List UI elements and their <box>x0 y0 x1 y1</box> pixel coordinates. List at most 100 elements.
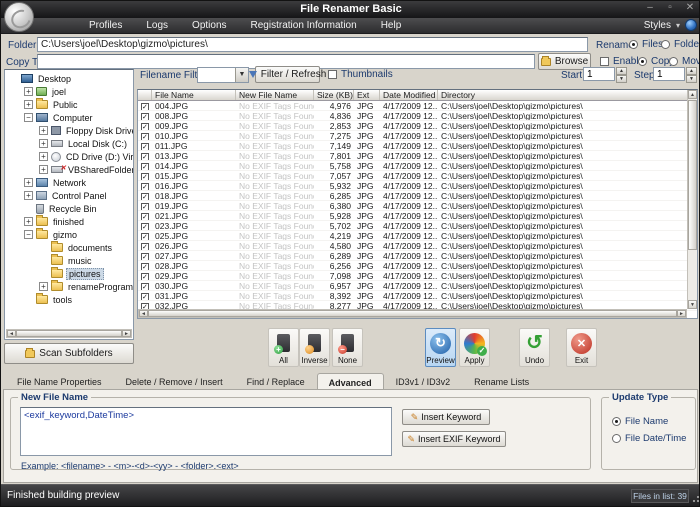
tab-rename-lists[interactable]: Rename Lists <box>462 373 541 390</box>
preview-button[interactable]: ↻Preview <box>425 328 456 367</box>
row-checkbox[interactable]: ✓ <box>141 163 149 170</box>
tree-item-documents[interactable]: +documents <box>5 241 133 254</box>
rename-folders-radio[interactable]: Folders <box>661 39 700 50</box>
tree-item-renameprograms[interactable]: +renamePrograms <box>5 280 133 293</box>
expand-icon[interactable]: + <box>24 100 33 109</box>
insert-exif-keyword-button[interactable]: ✎Insert EXIF Keyword <box>402 431 506 447</box>
row-checkbox[interactable]: ✓ <box>141 103 149 110</box>
undo-button[interactable]: ↺Undo <box>519 328 550 367</box>
menu-item-help[interactable]: Help <box>369 18 414 34</box>
tree-item-computer[interactable]: −Computer <box>5 111 133 124</box>
table-row[interactable]: ✓026.JPGNo EXIF Tags Found4,580JPG4/17/2… <box>138 241 697 251</box>
tree-item-music[interactable]: +music <box>5 254 133 267</box>
table-row[interactable]: ✓025.JPGNo EXIF Tags Found4,219JPG4/17/2… <box>138 231 697 241</box>
close-button[interactable]: ✕ <box>683 2 697 13</box>
table-row[interactable]: ✓031.JPGNo EXIF Tags Found8,392JPG4/17/2… <box>138 291 697 301</box>
tree-item-finished[interactable]: +finished <box>5 215 133 228</box>
update-file-datetime-radio[interactable]: File Date/Time <box>612 433 686 444</box>
tree-horizontal-scrollbar[interactable]: ◄► <box>6 329 132 338</box>
resize-grip[interactable] <box>691 496 699 504</box>
menu-item-profiles[interactable]: Profiles <box>77 18 134 34</box>
tree-item-gizmo[interactable]: −gizmo <box>5 228 133 241</box>
row-checkbox[interactable]: ✓ <box>141 203 149 210</box>
tree-item-joel[interactable]: +joel <box>5 85 133 98</box>
table-row[interactable]: ✓010.JPGNo EXIF Tags Found7,275JPG4/17/2… <box>138 131 697 141</box>
tree-item-control-panel[interactable]: +Control Panel <box>5 189 133 202</box>
scan-subfolders-button[interactable]: Scan Subfolders <box>4 343 134 364</box>
help-globe-icon[interactable] <box>685 19 697 31</box>
menu-item-registration-information[interactable]: Registration Information <box>239 18 369 34</box>
column-header-ext[interactable]: Ext <box>354 90 380 100</box>
column-header-new-file-name[interactable]: New File Name <box>236 90 314 100</box>
table-row[interactable]: ✓028.JPGNo EXIF Tags Found6,256JPG4/17/2… <box>138 261 697 271</box>
maximize-button[interactable]: ▫ <box>663 2 677 13</box>
all-button[interactable]: +All <box>268 328 299 367</box>
new-file-name-input[interactable]: <exif_keyword,DateTime> <box>20 407 392 456</box>
row-checkbox[interactable]: ✓ <box>141 283 149 290</box>
row-checkbox[interactable]: ✓ <box>141 123 149 130</box>
row-checkbox[interactable]: ✓ <box>141 113 149 120</box>
table-row[interactable]: ✓029.JPGNo EXIF Tags Found7,098JPG4/17/2… <box>138 271 697 281</box>
column-header-size-kb-[interactable]: Size (KB) <box>314 90 354 100</box>
table-row[interactable]: ✓011.JPGNo EXIF Tags Found7,149JPG4/17/2… <box>138 141 697 151</box>
table-row[interactable]: ✓008.JPGNo EXIF Tags Found4,836JPG4/17/2… <box>138 111 697 121</box>
column-header-directory[interactable]: Directory <box>438 90 689 100</box>
start-spinner[interactable]: 1▲▼ <box>583 67 627 81</box>
menu-item-logs[interactable]: Logs <box>134 18 180 34</box>
expand-icon[interactable]: + <box>39 282 48 291</box>
thumbnails-checkbox[interactable]: Thumbnails <box>328 69 393 80</box>
column-header-date-modified[interactable]: Date Modified <box>380 90 438 100</box>
styles-menu[interactable]: Styles <box>644 20 671 31</box>
expand-icon[interactable]: + <box>24 87 33 96</box>
table-row[interactable]: ✓014.JPGNo EXIF Tags Found5,758JPG4/17/2… <box>138 161 697 171</box>
tab-delete-remove-insert[interactable]: Delete / Remove / Insert <box>114 373 235 390</box>
step-spinner[interactable]: 1▲▼ <box>653 67 697 81</box>
inverse-button[interactable]: Inverse <box>299 328 330 367</box>
row-checkbox[interactable]: ✓ <box>141 153 149 160</box>
table-row[interactable]: ✓004.JPGNo EXIF Tags Found4,976JPG4/17/2… <box>138 101 697 111</box>
tree-item-tools[interactable]: +tools <box>5 293 133 306</box>
table-row[interactable]: ✓016.JPGNo EXIF Tags Found5,932JPG4/17/2… <box>138 181 697 191</box>
filter-refresh-button[interactable]: Filter / Refresh <box>255 66 320 83</box>
collapse-icon[interactable]: − <box>24 113 33 122</box>
table-row[interactable]: ✓021.JPGNo EXIF Tags Found5,928JPG4/17/2… <box>138 211 697 221</box>
tree-item-pictures[interactable]: +pictures <box>5 267 133 280</box>
minimize-button[interactable]: – <box>643 2 657 13</box>
table-row[interactable]: ✓009.JPGNo EXIF Tags Found2,853JPG4/17/2… <box>138 121 697 131</box>
table-row[interactable]: ✓027.JPGNo EXIF Tags Found6,289JPG4/17/2… <box>138 251 697 261</box>
table-row[interactable]: ✓015.JPGNo EXIF Tags Found7,057JPG4/17/2… <box>138 171 697 181</box>
row-checkbox[interactable]: ✓ <box>141 143 149 150</box>
row-checkbox[interactable]: ✓ <box>141 193 149 200</box>
row-checkbox[interactable]: ✓ <box>141 243 149 250</box>
update-file-name-radio[interactable]: File Name <box>612 416 668 427</box>
expand-icon[interactable]: + <box>39 126 48 135</box>
row-checkbox[interactable]: ✓ <box>141 223 149 230</box>
none-button[interactable]: −None <box>332 328 363 367</box>
table-row[interactable]: ✓013.JPGNo EXIF Tags Found7,801JPG4/17/2… <box>138 151 697 161</box>
row-checkbox[interactable]: ✓ <box>141 233 149 240</box>
tab-id3v1-id3v2[interactable]: ID3v1 / ID3v2 <box>384 373 463 390</box>
collapse-icon[interactable]: − <box>24 230 33 239</box>
tree-item-public[interactable]: +Public <box>5 98 133 111</box>
rename-files-radio[interactable]: Files <box>629 39 663 50</box>
row-checkbox[interactable]: ✓ <box>141 273 149 280</box>
expand-icon[interactable]: + <box>24 217 33 226</box>
tree-item-recycle-bin[interactable]: +Recycle Bin <box>5 202 133 215</box>
expand-icon[interactable]: + <box>39 139 48 148</box>
filename-filter-combobox[interactable]: ▼ <box>197 67 249 83</box>
tree-item-network[interactable]: +Network <box>5 176 133 189</box>
apply-button[interactable]: Apply <box>459 328 490 367</box>
tree-item-cd-drive-d-virtualbox-guest[interactable]: +CD Drive (D:) VirtualBox Guest <box>5 150 133 163</box>
move-radio[interactable]: Move <box>669 56 700 67</box>
row-checkbox[interactable]: ✓ <box>141 213 149 220</box>
row-checkbox[interactable]: ✓ <box>141 183 149 190</box>
expand-icon[interactable]: + <box>39 165 48 174</box>
tab-find-replace[interactable]: Find / Replace <box>235 373 317 390</box>
row-checkbox[interactable]: ✓ <box>141 263 149 270</box>
table-row[interactable]: ✓023.JPGNo EXIF Tags Found5,702JPG4/17/2… <box>138 221 697 231</box>
table-horizontal-scrollbar[interactable]: ◄► <box>138 309 687 318</box>
chevron-down-icon[interactable]: ▼ <box>235 68 248 82</box>
row-checkbox[interactable]: ✓ <box>141 173 149 180</box>
expand-icon[interactable]: + <box>24 178 33 187</box>
row-checkbox[interactable]: ✓ <box>141 133 149 140</box>
